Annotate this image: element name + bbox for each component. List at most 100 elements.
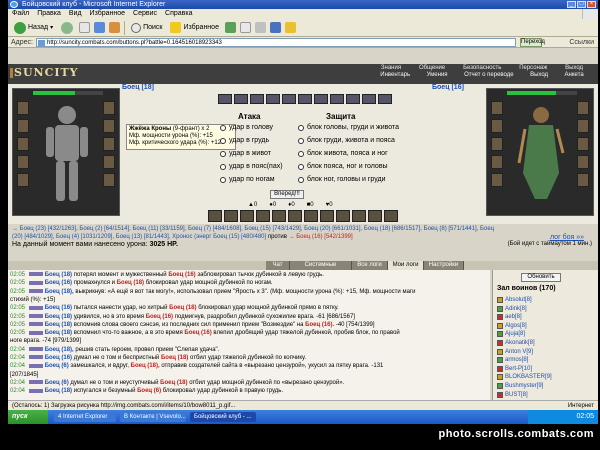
equip-slot-helmet[interactable] — [491, 101, 503, 115]
chat-fighter-name[interactable]: Боец (18), — [45, 347, 74, 353]
chat-fighter-name[interactable]: Боец (16). — [305, 322, 334, 328]
menu-file[interactable]: Файл — [12, 9, 29, 19]
skill-icon[interactable] — [224, 210, 238, 222]
buff-icon[interactable] — [314, 94, 328, 104]
chat-fighter-name[interactable]: Боец (6) — [137, 388, 161, 394]
equip-slot-ring[interactable] — [103, 119, 115, 133]
chat-fighter-name[interactable]: Боец (18) — [45, 388, 72, 394]
history-icon[interactable] — [224, 22, 236, 33]
player-name[interactable]: Adink[8] — [505, 305, 527, 313]
minimize-button[interactable]: _ — [567, 1, 576, 8]
right-fighter-name[interactable]: Боец [16] — [432, 84, 464, 91]
player-name[interactable]: Akonatik[8] — [505, 339, 535, 347]
menu-help[interactable]: Справка — [165, 9, 192, 19]
player-entry[interactable]: aeb[8] — [497, 313, 522, 321]
attack-option-legs[interactable]: удар по ногам — [220, 176, 275, 184]
skill-icon[interactable] — [352, 210, 366, 222]
chat-fighter-name[interactable]: Боец (16) — [168, 272, 195, 278]
chat-fighter-name[interactable]: Боец (18) — [45, 272, 72, 278]
taskbar-item-vk[interactable]: В Контакте | Vsevolo... — [120, 412, 186, 422]
buff-icon[interactable] — [298, 94, 312, 104]
skill-icon[interactable] — [208, 210, 222, 222]
search-button[interactable]: Поиск — [129, 22, 164, 34]
chat-fighter-name[interactable]: Боец (16) — [146, 314, 173, 320]
buff-icon[interactable] — [330, 94, 344, 104]
equip-slot-helmet[interactable] — [17, 101, 29, 115]
chat-fighter-name[interactable]: Боец (16) — [45, 280, 72, 286]
buff-icon[interactable] — [250, 94, 264, 104]
chat-fighter-name[interactable]: Боец (18), — [45, 289, 74, 295]
chat-fighter-name[interactable]: Боец (18) — [45, 322, 72, 328]
skill-icon[interactable] — [272, 210, 286, 222]
player-entry[interactable]: Absolut[8] — [497, 296, 532, 304]
player-entry[interactable]: Anton V[9] — [497, 348, 533, 356]
nav-security[interactable]: Безопасность — [463, 65, 501, 72]
player-name[interactable]: Anton V[9] — [505, 348, 533, 356]
links-button[interactable]: Ссылки — [569, 37, 594, 48]
player-name[interactable]: Bushmyster[9] — [505, 382, 543, 390]
nav-skills[interactable]: Умения — [427, 72, 448, 79]
nav-profile[interactable]: Анкета — [565, 72, 584, 79]
defense-option-2[interactable]: блок груди, живота и пояса — [298, 137, 395, 145]
player-entry[interactable]: armos[8] — [497, 356, 528, 364]
buff-icon[interactable] — [362, 94, 376, 104]
nav-character[interactable]: Персонаж — [519, 65, 547, 72]
skill-icon[interactable] — [320, 210, 334, 222]
chat-fighter-name[interactable]: Боец (18) — [45, 330, 72, 336]
favorites-button[interactable]: Избранное — [168, 21, 220, 34]
forward-button[interactable] — [59, 21, 75, 35]
defense-option-5[interactable]: блок ног, головы и груди — [298, 176, 385, 184]
equip-slot-armor[interactable] — [491, 155, 503, 169]
stop-icon[interactable] — [79, 22, 91, 33]
buff-icon[interactable] — [282, 94, 296, 104]
player-name[interactable]: Ajuja[8] — [505, 330, 525, 338]
menu-view[interactable]: Вид — [69, 9, 82, 19]
equip-slot-ring[interactable] — [577, 119, 589, 133]
player-entry[interactable]: BUST[8] — [497, 391, 528, 399]
attack-go-button[interactable]: Вперед!!! — [270, 190, 304, 199]
refresh-button[interactable]: Обновить — [521, 273, 561, 282]
nav-exit-2[interactable]: Выход — [530, 72, 548, 79]
menu-edit[interactable]: Правка — [37, 9, 61, 19]
defense-option-4[interactable]: блок пояса, ног и головы — [298, 163, 388, 171]
taskbar-item-ie[interactable]: 4 Internet Explorer — [54, 412, 116, 422]
chat-fighter-name[interactable]: Боец (18) — [45, 314, 72, 320]
player-entry[interactable]: Adink[8] — [497, 305, 527, 313]
player-name[interactable]: Algos[8] — [505, 322, 527, 330]
home-icon[interactable] — [109, 22, 121, 33]
edit-icon[interactable] — [269, 22, 281, 33]
skill-icon[interactable] — [304, 210, 318, 222]
folder-icon[interactable] — [284, 22, 296, 33]
equip-slot-boots[interactable] — [577, 173, 589, 187]
enemy-fighter[interactable]: → Боец (16) [542/1399] — [289, 234, 353, 240]
print-icon[interactable] — [254, 22, 266, 33]
equip-slot-gloves[interactable] — [577, 137, 589, 151]
chat-fighter-name[interactable]: Боец (18) — [169, 305, 196, 311]
left-fighter-name[interactable]: Боец [18] — [122, 84, 154, 91]
tab-my-logs[interactable]: Мои логи — [388, 261, 424, 270]
taskbar-item-combats[interactable]: Бойцовский клуб - ... — [190, 412, 256, 422]
attack-option-chest[interactable]: удар в грудь — [220, 137, 269, 145]
chat-fighter-name[interactable]: Боец (16) — [45, 305, 72, 311]
back-button[interactable]: Назад ▾ — [12, 21, 55, 35]
equip-slot-shield[interactable] — [577, 155, 589, 169]
equip-slot-weapon[interactable] — [17, 137, 29, 151]
player-name[interactable]: BLOKBASTER[9] — [505, 373, 552, 381]
equip-slot-earring[interactable] — [577, 101, 589, 115]
player-entry[interactable]: Algos[8] — [497, 322, 527, 330]
attack-option-waist[interactable]: удар в пояс(пах) — [220, 163, 283, 171]
equip-slot-amulet[interactable] — [17, 119, 29, 133]
close-button[interactable]: × — [587, 1, 596, 8]
player-name[interactable]: BUST[8] — [505, 391, 528, 399]
player-entry[interactable]: Ajuja[8] — [497, 330, 525, 338]
equip-slot-boots[interactable] — [103, 173, 115, 187]
refresh-icon[interactable] — [94, 22, 106, 33]
chat-fighter-name[interactable]: Боец (16) — [45, 355, 72, 361]
equip-slot-gloves[interactable] — [103, 137, 115, 151]
player-entry[interactable]: Akonatik[8] — [497, 339, 535, 347]
skill-icon[interactable] — [384, 210, 398, 222]
chat-fighter-name[interactable]: Боец (18) — [161, 355, 188, 361]
mail-icon[interactable] — [239, 22, 251, 33]
player-name[interactable]: aeb[8] — [505, 313, 522, 321]
go-button[interactable]: Переход — [520, 38, 545, 47]
